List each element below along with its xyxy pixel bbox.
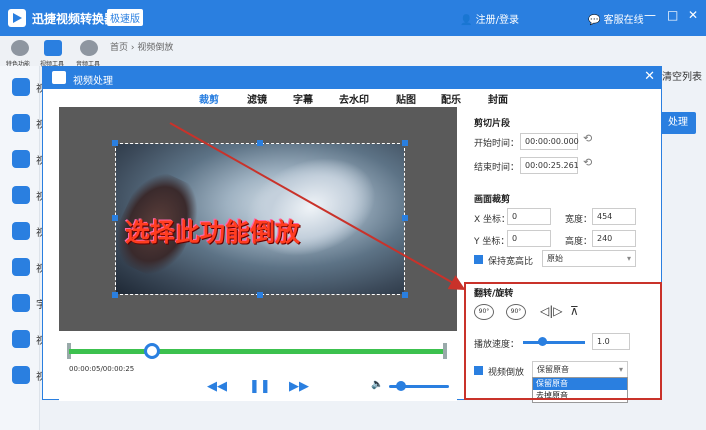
width-input[interactable]: 454: [592, 208, 636, 225]
crop-handle[interactable]: [112, 140, 118, 146]
height-label: 高度：: [565, 237, 593, 247]
sidebar-item-icon[interactable]: [12, 150, 30, 168]
film-icon[interactable]: [44, 40, 62, 56]
app-title-bar: 迅捷视频转换器 极速版 👤 注册/登录 💬 客服在线 — □ ✕: [0, 0, 706, 36]
app-logo-icon: [8, 9, 26, 27]
playhead[interactable]: [143, 343, 160, 359]
video-icon: [52, 71, 66, 84]
tab-watermark[interactable]: 去水印: [339, 91, 369, 106]
sidebar-item-icon[interactable]: [12, 114, 30, 132]
dialog-close-button[interactable]: ✕: [644, 69, 655, 84]
timeline-track[interactable]: [69, 349, 445, 354]
clip-section-title: 剪切片段: [474, 119, 511, 129]
timeline: 00:00:05/00:00:25 ◀◀ ❚❚ ▶▶ 🔈: [59, 331, 457, 401]
width-label: 宽度：: [565, 215, 593, 225]
tab-crop[interactable]: 裁剪: [199, 91, 219, 106]
sidebar-item-icon[interactable]: [12, 78, 30, 96]
breadcrumb: 首页 › 视频倒放: [110, 43, 174, 53]
sidebar: 视 视 视 视 视 视 字 视 视: [0, 66, 46, 430]
y-input[interactable]: 0: [507, 230, 551, 247]
end-time-input[interactable]: 00:00:25.261: [520, 157, 579, 174]
service-label: 客服在线: [603, 15, 644, 26]
sidebar-item-icon[interactable]: [12, 258, 30, 276]
crop-handle[interactable]: [402, 215, 408, 221]
sidebar-item-icon[interactable]: [12, 330, 30, 348]
start-time-label: 开始时间：: [474, 139, 520, 149]
volume-icon[interactable]: 🔈: [371, 379, 383, 390]
aspect-ratio-select[interactable]: 原始: [542, 250, 636, 267]
overlay-annotation-text: 选择此功能倒放: [125, 218, 301, 247]
reset-icon[interactable]: ⟲: [583, 132, 592, 145]
crop-handle[interactable]: [112, 292, 118, 298]
edition-badge: 极速版: [107, 9, 143, 26]
fast-forward-icon[interactable]: ▶▶: [289, 379, 309, 394]
start-time-input[interactable]: 00:00:00.000: [520, 133, 579, 150]
sidebar-top-nav: 特色功能 视频工具 音频工具: [0, 36, 110, 68]
login-label: 注册/登录: [475, 15, 520, 26]
tab-cover[interactable]: 封面: [488, 91, 508, 106]
maximize-button[interactable]: □: [667, 8, 678, 22]
trim-end-handle[interactable]: [443, 343, 447, 359]
x-input[interactable]: 0: [507, 208, 551, 225]
rewind-icon[interactable]: ◀◀: [207, 379, 227, 394]
crop-section-title: 画面裁剪: [474, 195, 511, 205]
customer-service-link[interactable]: 💬 客服在线: [588, 11, 644, 26]
time-readout: 00:00:05/00:00:25: [69, 365, 135, 373]
keep-ratio-label: 保持宽高比: [488, 257, 534, 267]
process-button[interactable]: 处理: [660, 112, 696, 134]
x-label: X 坐标：: [474, 215, 511, 225]
crop-handle[interactable]: [402, 140, 408, 146]
pause-icon[interactable]: ❚❚: [249, 379, 271, 394]
tab-subtitle[interactable]: 字幕: [293, 91, 313, 106]
volume-thumb[interactable]: [396, 381, 406, 391]
close-button[interactable]: ✕: [688, 8, 698, 22]
sidebar-item-icon[interactable]: [12, 294, 30, 312]
crop-handle[interactable]: [257, 292, 263, 298]
y-label: Y 坐标：: [474, 237, 510, 247]
sidebar-item-icon[interactable]: [12, 366, 30, 384]
end-time-label: 结束时间：: [474, 163, 520, 173]
crop-handle[interactable]: [112, 215, 118, 221]
video-preview[interactable]: 选择此功能倒放: [59, 107, 457, 331]
login-link[interactable]: 👤 注册/登录: [460, 11, 519, 26]
crop-handle[interactable]: [257, 140, 263, 146]
highlight-box: [464, 282, 662, 400]
sidebar-item-icon[interactable]: [12, 186, 30, 204]
dialog-title: 视频处理: [73, 76, 113, 87]
app-title: 迅捷视频转换器: [32, 12, 117, 26]
sidebar-item-icon[interactable]: [12, 222, 30, 240]
clear-list-button[interactable]: 清空列表: [662, 68, 702, 83]
keep-ratio-checkbox[interactable]: [474, 255, 483, 264]
music-icon[interactable]: [80, 40, 98, 56]
reset-icon[interactable]: ⟲: [583, 156, 592, 169]
tab-filter[interactable]: 滤镜: [247, 91, 267, 106]
tab-sticker[interactable]: 贴图: [396, 91, 416, 106]
height-input[interactable]: 240: [592, 230, 636, 247]
star-icon[interactable]: [11, 40, 29, 56]
crop-handle[interactable]: [402, 292, 408, 298]
minimize-button[interactable]: —: [644, 8, 656, 22]
tab-music[interactable]: 配乐: [441, 91, 461, 106]
dialog-title-bar: 视频处理 ✕: [43, 67, 661, 89]
